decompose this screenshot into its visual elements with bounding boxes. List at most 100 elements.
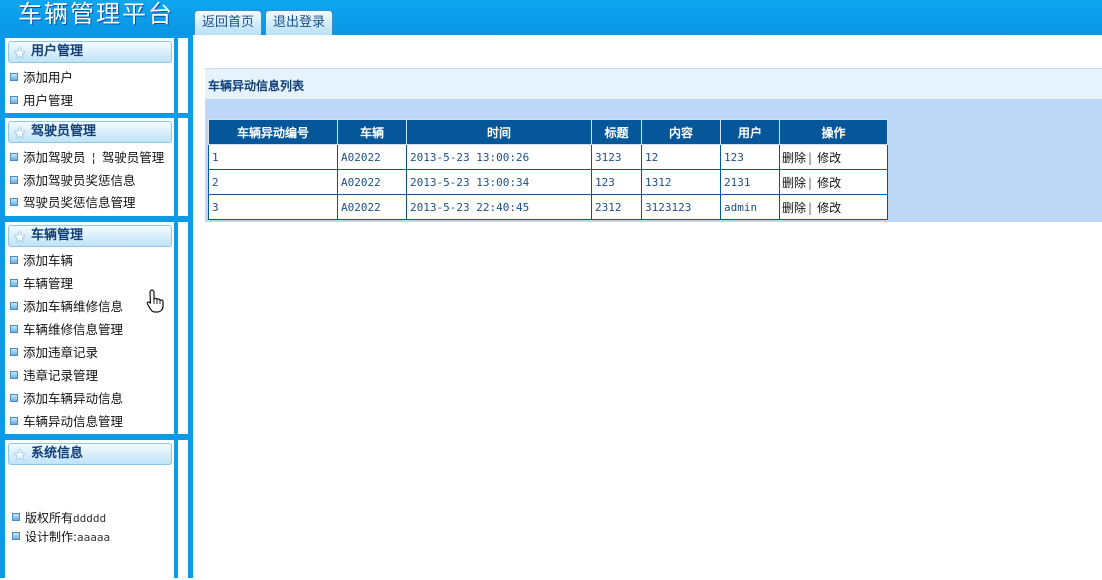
cell-vehicle: A02022 bbox=[337, 169, 407, 195]
cell-id: 3 bbox=[208, 194, 338, 220]
action-separator: | bbox=[808, 200, 813, 215]
cell-content: 12 bbox=[641, 144, 721, 170]
nav-add-vehicle-change[interactable]: 添加车辆异动信息 bbox=[10, 391, 123, 407]
delete-link[interactable]: 删除 bbox=[782, 176, 806, 190]
nav-driver-row: 添加驾驶员 ¦ 驾驶员管理 bbox=[10, 150, 164, 166]
cell-id: 2 bbox=[208, 169, 338, 195]
vehicle-panel: ★ 车辆管理 添加车辆 车辆管理 添加车辆维修信息 车辆维修信息管理 添加违章记… bbox=[5, 222, 174, 434]
cell-title: 3123 bbox=[591, 144, 642, 170]
nav-vehicle-repair-manage-label: 车辆维修信息管理 bbox=[23, 322, 124, 337]
tab-logout[interactable]: 退出登录 bbox=[265, 10, 333, 35]
delete-link[interactable]: 删除 bbox=[782, 151, 806, 165]
panel-strip bbox=[178, 38, 188, 113]
delete-link[interactable]: 删除 bbox=[782, 201, 806, 215]
cell-user: 2131 bbox=[720, 169, 780, 195]
nav-vehicle-repair-manage[interactable]: 车辆维修信息管理 bbox=[10, 322, 123, 338]
nav-violation-manage[interactable]: 违章记录管理 bbox=[10, 368, 98, 384]
column-header: 车辆 bbox=[337, 119, 407, 145]
panel-strip bbox=[178, 118, 188, 216]
action-separator: | bbox=[808, 150, 813, 165]
cell-content: 1312 bbox=[641, 169, 721, 195]
nav-add-violation[interactable]: 添加违章记录 bbox=[10, 345, 98, 361]
table-row: 2 A02022 2013-5-23 13:00:34 123 1312 213… bbox=[208, 169, 888, 195]
nav-add-vehicle-change-label: 添加车辆异动信息 bbox=[23, 391, 124, 406]
vehicle-panel-title: ★ 车辆管理 bbox=[8, 225, 172, 247]
design-line: 设计制作:aaaaa bbox=[12, 529, 110, 546]
column-header: 车辆异动编号 bbox=[208, 119, 338, 145]
nav-driver-reward-manage-label: 驾驶员奖惩信息管理 bbox=[23, 195, 136, 210]
nav-vehicle-manage[interactable]: 车辆管理 bbox=[10, 276, 73, 292]
hand-cursor-icon bbox=[146, 289, 166, 318]
nav-user-manage-label: 用户管理 bbox=[23, 93, 74, 108]
design-value: aaaaa bbox=[77, 531, 111, 544]
nav-add-vehicle[interactable]: 添加车辆 bbox=[10, 253, 73, 269]
list-title: 车辆异动信息列表 bbox=[208, 79, 305, 93]
square-bullet-icon bbox=[10, 371, 18, 379]
driver-panel: ★ 驾驶员管理 添加驾驶员 ¦ 驾驶员管理 添加驾驶员奖惩信息 驾驶员奖惩信息管理 bbox=[5, 118, 174, 216]
nav-driver-manage[interactable]: 驾驶员管理 bbox=[102, 150, 165, 165]
edit-link[interactable]: 修改 bbox=[817, 151, 841, 165]
cell-id: 1 bbox=[208, 144, 338, 170]
square-bullet-icon bbox=[10, 279, 18, 287]
nav-add-user-label: 添加用户 bbox=[23, 70, 74, 85]
nav-user-manage[interactable]: 用户管理 bbox=[10, 93, 73, 109]
square-bullet-icon bbox=[12, 513, 20, 521]
cell-title: 123 bbox=[591, 169, 642, 195]
star-icon: ★ bbox=[13, 228, 27, 246]
nav-driver-reward-manage[interactable]: 驾驶员奖惩信息管理 bbox=[10, 195, 136, 211]
column-header: 内容 bbox=[641, 119, 721, 145]
driver-panel-title: ★ 驾驶员管理 bbox=[8, 121, 172, 143]
nav-add-driver[interactable]: 添加驾驶员 bbox=[23, 150, 86, 165]
star-icon: ★ bbox=[13, 446, 27, 464]
column-header: 操作 bbox=[779, 119, 888, 145]
panel-strip bbox=[178, 222, 188, 434]
nav-add-user[interactable]: 添加用户 bbox=[10, 70, 73, 86]
column-header: 用户 bbox=[720, 119, 780, 145]
cell-vehicle: A02022 bbox=[337, 144, 407, 170]
square-bullet-icon bbox=[10, 394, 18, 402]
nav-add-violation-label: 添加违章记录 bbox=[23, 345, 99, 360]
star-icon: ★ bbox=[13, 44, 27, 62]
system-panel-title: ★ 系统信息 bbox=[8, 443, 172, 465]
column-header: 时间 bbox=[406, 119, 592, 145]
driver-panel-title-label: 驾驶员管理 bbox=[31, 124, 97, 139]
table-header-row: 车辆异动编号 车辆 时间 标题 内容 用户 操作 bbox=[208, 119, 888, 145]
square-bullet-icon bbox=[10, 96, 18, 104]
app-title: 车辆管理平台 bbox=[18, 0, 174, 28]
square-bullet-icon bbox=[10, 73, 18, 81]
nav-add-driver-reward[interactable]: 添加驾驶员奖惩信息 bbox=[10, 173, 136, 189]
cell-time: 2013-5-23 13:00:34 bbox=[406, 169, 592, 195]
nav-add-vehicle-label: 添加车辆 bbox=[23, 253, 74, 268]
edit-link[interactable]: 修改 bbox=[817, 176, 841, 190]
design-label: 设计制作: bbox=[25, 530, 78, 544]
tab-home[interactable]: 返回首页 bbox=[194, 10, 262, 35]
nav-separator: ¦ bbox=[91, 150, 96, 165]
list-title-bar: 车辆异动信息列表 bbox=[205, 68, 1102, 99]
nav-violation-manage-label: 违章记录管理 bbox=[23, 368, 99, 383]
system-panel: ★ 系统信息 版权所有ddddd 设计制作:aaaaa bbox=[5, 440, 174, 580]
cell-actions: 删除 | 修改 bbox=[779, 169, 888, 195]
copyright-value: ddddd bbox=[73, 512, 107, 525]
nav-vehicle-change-manage[interactable]: 车辆异动信息管理 bbox=[10, 414, 123, 430]
edit-link[interactable]: 修改 bbox=[817, 201, 841, 215]
square-bullet-icon bbox=[10, 198, 18, 206]
table-row: 1 A02022 2013-5-23 13:00:26 3123 12 123 … bbox=[208, 144, 888, 170]
star-icon: ★ bbox=[13, 124, 27, 142]
table-row: 3 A02022 2013-5-23 22:40:45 2312 3123123… bbox=[208, 194, 888, 220]
cell-vehicle: A02022 bbox=[337, 194, 407, 220]
vehicle-change-table: 车辆异动编号 车辆 时间 标题 内容 用户 操作 1 A02022 2013-5… bbox=[208, 119, 888, 220]
square-bullet-icon bbox=[10, 302, 18, 310]
nav-add-vehicle-repair[interactable]: 添加车辆维修信息 bbox=[10, 299, 123, 315]
cell-content: 3123123 bbox=[641, 194, 721, 220]
panel-strip bbox=[178, 440, 188, 580]
action-separator: | bbox=[808, 175, 813, 190]
square-bullet-icon bbox=[10, 348, 18, 356]
square-bullet-icon bbox=[12, 532, 20, 540]
square-bullet-icon bbox=[10, 256, 18, 264]
square-bullet-icon bbox=[10, 153, 18, 161]
vehicle-panel-title-label: 车辆管理 bbox=[31, 228, 84, 243]
nav-vehicle-manage-label: 车辆管理 bbox=[23, 276, 74, 291]
system-panel-title-label: 系统信息 bbox=[31, 446, 84, 461]
square-bullet-icon bbox=[10, 176, 18, 184]
square-bullet-icon bbox=[10, 417, 18, 425]
